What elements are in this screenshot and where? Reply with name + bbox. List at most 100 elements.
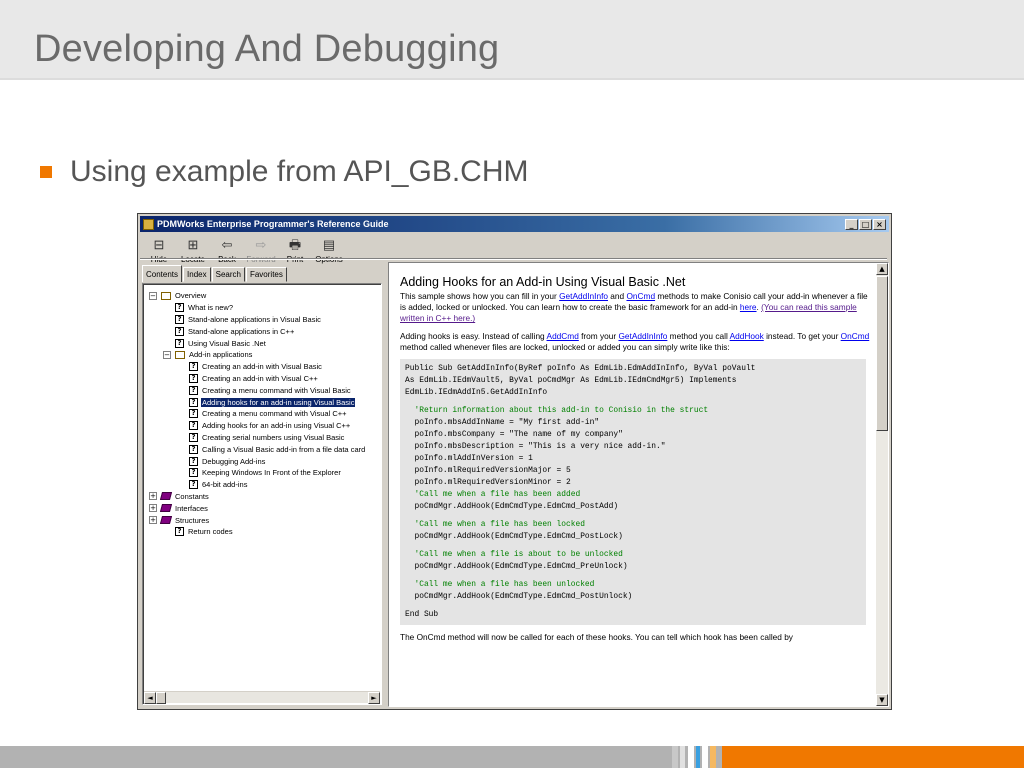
tree-item-label: 64-bit add-ins	[202, 480, 248, 490]
tree-item[interactable]: ? Adding hooks for an add-in using Visual…	[149, 420, 381, 432]
expand-icon[interactable]: +	[149, 516, 157, 525]
help-page-icon: ?	[189, 385, 198, 395]
code-line: poCmdMgr.AddHook(EdmCmdType.EdmCmd_PreUn…	[405, 562, 628, 572]
expand-icon[interactable]: +	[149, 504, 157, 513]
horizontal-scrollbar[interactable]: ◄ ►	[144, 691, 380, 704]
tree-item[interactable]: ? Debugging Add-ins	[149, 455, 381, 467]
topic-content: Adding Hooks for an Add-in Using Visual …	[400, 275, 870, 643]
help-page-icon: ?	[189, 468, 198, 478]
text-span: instead. To get your	[763, 330, 841, 341]
tree-item[interactable]: ? Adding hooks for an add-in using Visual…	[149, 396, 381, 408]
tree-item-label: Creating an add-in with Visual Basic	[202, 362, 322, 372]
tree-item[interactable]: + Interfaces	[149, 502, 381, 514]
tree-item[interactable]: ? 64-bit add-ins	[149, 479, 381, 491]
contents-tree: − Overview? What is new?? Stand-alone appli…	[149, 290, 381, 538]
link-here[interactable]: here	[740, 302, 757, 312]
tree-item-label: Creating an add-in with Visual C++	[202, 373, 318, 383]
tree-item-label: Creating a menu command with Visual C++	[202, 409, 347, 419]
scroll-down-button[interactable]: ▼	[876, 694, 888, 706]
tree-item[interactable]: ? Stand-alone applications in C++	[149, 325, 381, 337]
code-line: poCmdMgr.AddHook(EdmCmdType.EdmCmd_PostL…	[405, 532, 623, 542]
tree-item[interactable]: ? Creating a menu command with Visual Bas…	[149, 384, 381, 396]
topic-intro-paragraph: This sample shows how you can fill in yo…	[400, 291, 870, 325]
help-page-icon: ?	[189, 397, 198, 407]
open-book-icon	[161, 291, 171, 300]
code-sample: Public Sub GetAddInInfo(ByRef poInfo As …	[400, 359, 866, 626]
help-page-icon: ?	[189, 432, 198, 442]
tree-item[interactable]: ? Keeping Windows In Front of the Explore…	[149, 467, 381, 479]
topic-hooks-paragraph: Adding hooks is easy. Instead of calling…	[400, 331, 870, 353]
open-book-icon	[175, 350, 185, 359]
footer-stripe	[702, 746, 708, 768]
help-page-icon: ?	[189, 444, 198, 454]
link-oncmd[interactable]: OnCmd	[626, 291, 655, 301]
hide-icon: ⊟	[153, 236, 165, 252]
vertical-scrollbar[interactable]: ▲ ▼	[876, 263, 888, 706]
topic-continuation-text: The OnCmd method will now be called for …	[400, 632, 793, 643]
code-line: poCmdMgr.AddHook(EdmCmdType.EdmCmd_PostA…	[405, 502, 619, 512]
collapse-icon[interactable]: −	[163, 350, 171, 359]
help-app-icon	[143, 218, 154, 230]
link-addcmd[interactable]: AddCmd	[547, 331, 579, 341]
forward-arrow-icon: ⇨	[255, 236, 267, 252]
vertical-scroll-thumb[interactable]	[876, 276, 888, 431]
tree-item[interactable]: + Constants	[149, 491, 381, 503]
tree-item[interactable]: ? Calling a Visual Basic add-in from a fi…	[149, 443, 381, 455]
scroll-right-button[interactable]: ►	[368, 692, 380, 704]
code-comment-line: 'Return information about this add-in to…	[405, 406, 709, 416]
code-line: poInfo.mbsDescription = "This is a very …	[405, 442, 666, 452]
scroll-up-button[interactable]: ▲	[876, 263, 888, 275]
help-page-icon: ?	[189, 409, 198, 419]
toolbar-divider	[140, 258, 887, 260]
link-getaddininfo[interactable]: GetAddInInfo	[559, 291, 608, 301]
link-getaddininfo-2[interactable]: GetAddInInfo	[618, 331, 667, 341]
tab-contents[interactable]: Contents	[142, 265, 183, 282]
tree-item[interactable]: ? Creating serial numbers using Visual Ba…	[149, 432, 381, 444]
code-line: End Sub	[405, 610, 439, 620]
link-oncmd-2[interactable]: OnCmd	[841, 331, 870, 341]
maximize-button[interactable]: □	[859, 219, 872, 230]
tree-item[interactable]: − Overview	[149, 290, 381, 302]
tab-index[interactable]: Index	[183, 267, 211, 282]
help-page-icon: ?	[175, 338, 184, 348]
tree-item[interactable]: ? Return codes	[149, 526, 381, 538]
close-button[interactable]: ×	[873, 219, 886, 230]
purple-book-icon	[159, 492, 173, 501]
tab-search[interactable]: Search	[211, 267, 245, 282]
expand-icon[interactable]: +	[149, 492, 157, 501]
options-icon: ▤	[322, 236, 336, 252]
tree-item[interactable]: ? Using Visual Basic .Net	[149, 337, 381, 349]
tree-item-label: Creating serial numbers using Visual Bas…	[202, 432, 345, 442]
scroll-left-button[interactable]: ◄	[144, 692, 156, 704]
help-page-icon: ?	[175, 527, 184, 537]
tree-item[interactable]: + Structures	[149, 514, 381, 526]
link-addhook[interactable]: AddHook	[730, 331, 764, 341]
horizontal-scroll-thumb[interactable]	[156, 692, 166, 704]
tree-item-label: Creating a menu command with Visual Basi…	[202, 385, 351, 395]
printer-icon: 🖶	[288, 236, 302, 252]
tree-item[interactable]: ? Creating a menu command with Visual C++	[149, 408, 381, 420]
tree-item[interactable]: ? What is new?	[149, 302, 381, 314]
tab-favorites[interactable]: Favorites	[245, 267, 287, 282]
tree-item-label: Adding hooks for an add-in using Visual …	[202, 421, 351, 431]
tree-item[interactable]: ? Creating an add-in with Visual C++	[149, 373, 381, 385]
help-page-icon: ?	[175, 314, 184, 324]
code-line: poInfo.mlAddInVersion = 1	[405, 454, 533, 464]
tree-item[interactable]: − Add-in applications	[149, 349, 381, 361]
code-line: poCmdMgr.AddHook(EdmCmdType.EdmCmd_PostU…	[405, 592, 633, 602]
code-comment-line: 'Call me when a file has been added	[405, 490, 581, 500]
footer-stripe	[680, 746, 685, 768]
minimize-button[interactable]: _	[845, 219, 858, 230]
code-comment-line: 'Call me when a file is about to be unlo…	[405, 550, 623, 560]
collapse-icon[interactable]: −	[149, 291, 157, 300]
tree-item[interactable]: ? Stand-alone applications in Visual Basi…	[149, 314, 381, 326]
window-titlebar[interactable]: PDMWorks Enterprise Programmer's Referen…	[140, 216, 889, 232]
tree-item[interactable]: ? Creating an add-in with Visual Basic	[149, 361, 381, 373]
code-comment-line: 'Call me when a file has been unlocked	[405, 580, 595, 590]
text-span: from your	[578, 330, 619, 341]
tree-item-label: Stand-alone applications in Visual Basic	[188, 314, 321, 324]
footer-stripe	[696, 746, 700, 768]
bullet-marker	[40, 166, 52, 178]
tree-item-label: Constants	[175, 491, 209, 501]
code-line: Public Sub GetAddInInfo(ByRef poInfo As …	[405, 364, 756, 374]
